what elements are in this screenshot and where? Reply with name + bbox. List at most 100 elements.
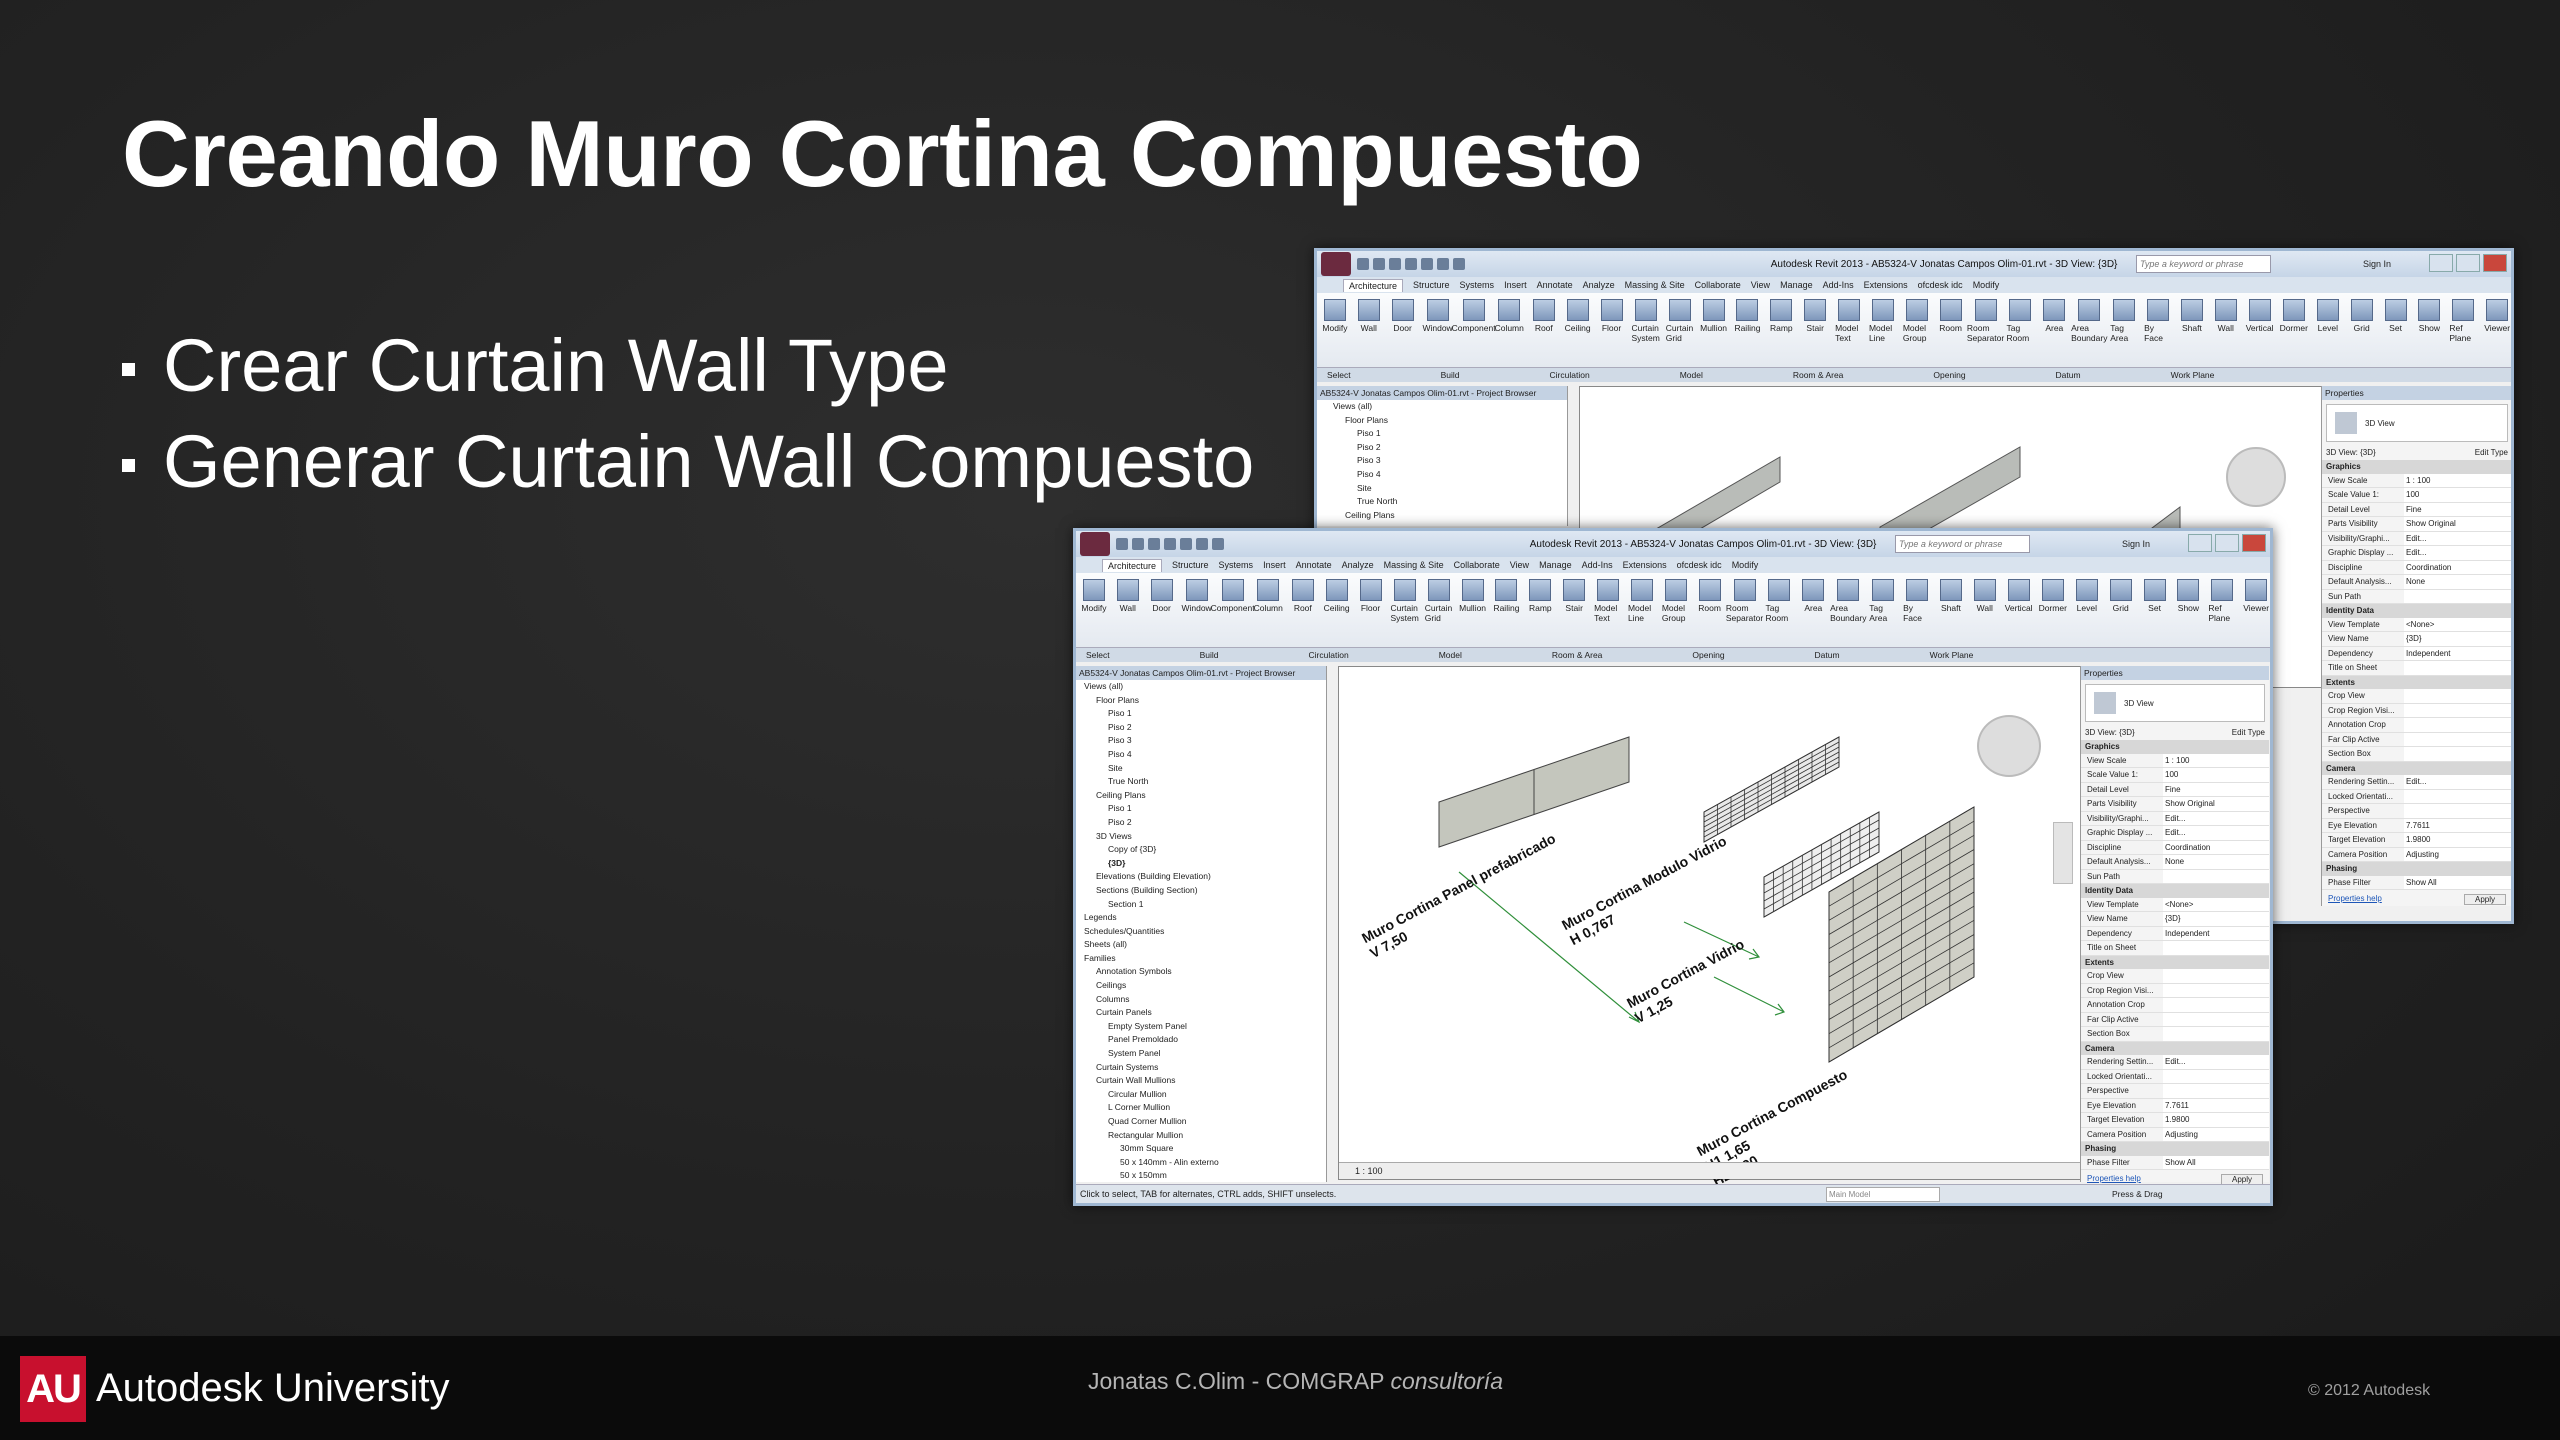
edit-type-button[interactable]: Edit Type [2232,726,2265,740]
property-value[interactable]: <None> [2404,617,2511,631]
property-value[interactable]: None [2163,855,2269,869]
property-group[interactable]: Phasing [2081,1142,2269,1156]
tree-item[interactable]: Annotation Symbols [1076,965,1326,979]
property-row[interactable]: Sun Path [2322,589,2511,604]
window-button[interactable]: Window [1181,579,1212,613]
property-row[interactable]: Phase Filter Show All [2322,875,2511,890]
search-input[interactable]: Type a keyword or phrase [1895,535,2030,553]
property-row[interactable]: Detail Level Fine [2322,502,2511,517]
quick-access-toolbar[interactable] [1116,538,1224,550]
property-value[interactable]: 1 : 100 [2404,473,2511,487]
curtain-grid-button[interactable]: Curtain Grid [1666,299,1694,343]
modify-button[interactable]: Modify [1080,579,1108,613]
tab-massing-site[interactable]: Massing & Site [1384,560,1444,570]
tree-item[interactable]: Section 1 [1076,898,1326,912]
wall-button[interactable]: Wall [1971,579,1999,613]
tree-item[interactable]: {3D} [1076,857,1326,871]
property-value[interactable]: Independent [2163,926,2269,940]
view-control-bar[interactable]: 1 : 100 [1339,1162,2097,1179]
view-selector[interactable]: 3D View: {3D} Edit Type [2322,446,2511,460]
ribbon[interactable]: Modify Wall Door Window Component Column Roof C… [1076,573,2270,648]
tree-item[interactable]: 30mm Square [1076,1142,1326,1156]
property-value[interactable]: 7.7611 [2163,1098,2269,1112]
ribbon-tabs[interactable]: Architecture Structure Systems Insert Annota… [1317,277,2511,293]
property-value[interactable]: None [2404,575,2511,589]
application-menu-button[interactable] [1321,252,1351,276]
model-group-button[interactable]: Model Group [1662,579,1690,623]
property-value[interactable]: Edit... [2404,775,2511,789]
tree-item[interactable]: 50 x 150mm [1076,1169,1326,1183]
tab-modify[interactable]: Modify [1732,560,1759,570]
project-browser[interactable]: AB5324-V Jonatas Campos Olim-01.rvt - Pr… [1317,386,1568,526]
set-button[interactable]: Set [2141,579,2169,613]
property-value[interactable]: <None> [2163,897,2269,911]
tree-item[interactable]: Piso 4 [1076,748,1326,762]
model-line-button[interactable]: Model Line [1628,579,1656,623]
shaft-button[interactable]: Shaft [1937,579,1965,613]
tab-annotate[interactable]: Annotate [1537,280,1573,290]
navigation-bar[interactable] [2053,822,2073,884]
property-row[interactable]: Sun Path [2081,869,2269,884]
roof-button[interactable]: Roof [1530,299,1558,333]
tag-area-button[interactable]: Tag Area [1869,579,1897,623]
tree-item[interactable]: 50 x 140mm - Alin externo [1076,1156,1326,1170]
curtain-system-button[interactable]: Curtain System [1631,299,1660,343]
tree-item[interactable]: 3D Views [1076,830,1326,844]
property-row[interactable]: Phase Filter Show All [2081,1155,2269,1170]
wall-button[interactable]: Wall [1355,299,1383,333]
tree-item[interactable]: Families [1076,952,1326,966]
tab-insert[interactable]: Insert [1263,560,1286,570]
room-button[interactable]: Room [1937,299,1965,333]
tree-item[interactable]: Curtain Panels [1076,1006,1326,1020]
property-value[interactable]: Show All [2404,875,2511,889]
tree-item[interactable]: Empty System Panel [1076,1020,1326,1034]
property-group[interactable]: Phasing [2322,862,2511,876]
property-value[interactable]: Edit... [2163,826,2269,840]
property-group[interactable]: Graphics [2322,460,2511,474]
door-button[interactable]: Door [1148,579,1176,613]
property-row[interactable]: View Template <None> [2081,897,2269,912]
property-value[interactable]: Show Original [2404,517,2511,531]
property-row[interactable]: Graphic Display ... Edit... [2322,546,2511,561]
property-row[interactable]: Crop View [2081,969,2269,984]
property-row[interactable]: Dependency Independent [2322,646,2511,661]
tab-collaborate[interactable]: Collaborate [1454,560,1500,570]
tree-item[interactable]: Floor Plans [1325,414,1567,428]
level-button[interactable]: Level [2073,579,2101,613]
tree-item[interactable]: Sheets (all) [1076,938,1326,952]
grid-button[interactable]: Grid [2348,299,2376,333]
tag-room-button[interactable]: Tag Room [2007,299,2035,343]
tab-massing-site[interactable]: Massing & Site [1625,280,1685,290]
tab-systems[interactable]: Systems [1460,280,1495,290]
view-selector-value[interactable]: 3D View: {3D} [2085,726,2135,740]
tree-item[interactable]: Circular Mullion [1076,1088,1326,1102]
property-value[interactable] [2404,804,2511,818]
property-value[interactable]: Edit... [2404,531,2511,545]
tab-systems[interactable]: Systems [1219,560,1254,570]
properties-palette[interactable]: Properties 3D View 3D View: {3D} Edit Type G… [2080,666,2269,1185]
property-value[interactable] [2163,869,2269,883]
tab-ofcdesk-idc[interactable]: ofcdesk idc [1677,560,1722,570]
window-button[interactable]: Window [1422,299,1453,333]
tab-manage[interactable]: Manage [1539,560,1572,570]
tab-analyze[interactable]: Analyze [1342,560,1374,570]
property-row[interactable]: Section Box [2081,1027,2269,1042]
type-selector[interactable]: 3D View [2085,684,2265,722]
tree-item[interactable]: Piso 3 [1076,734,1326,748]
grid-button[interactable]: Grid [2107,579,2135,613]
tab-structure[interactable]: Structure [1172,560,1209,570]
property-row[interactable]: Parts Visibility Show Original [2081,797,2269,812]
property-row[interactable]: Scale Value 1: 100 [2322,488,2511,503]
ref-plane-button[interactable]: Ref Plane [2208,579,2236,623]
modify-button[interactable]: Modify [1321,299,1349,333]
area-button[interactable]: Area [2040,299,2068,333]
column-button[interactable]: Column [1495,299,1524,333]
tree-item[interactable]: Piso 2 [1076,721,1326,735]
edit-type-button[interactable]: Edit Type [2475,446,2508,460]
property-value[interactable]: Coordination [2404,560,2511,574]
component-button[interactable]: Component [1452,299,1496,333]
tree-item[interactable]: Sections (Building Section) [1076,884,1326,898]
property-value[interactable]: 100 [2163,768,2269,782]
tree-item[interactable]: Views (all) [1076,680,1326,694]
tab-add-ins[interactable]: Add-Ins [1823,280,1854,290]
